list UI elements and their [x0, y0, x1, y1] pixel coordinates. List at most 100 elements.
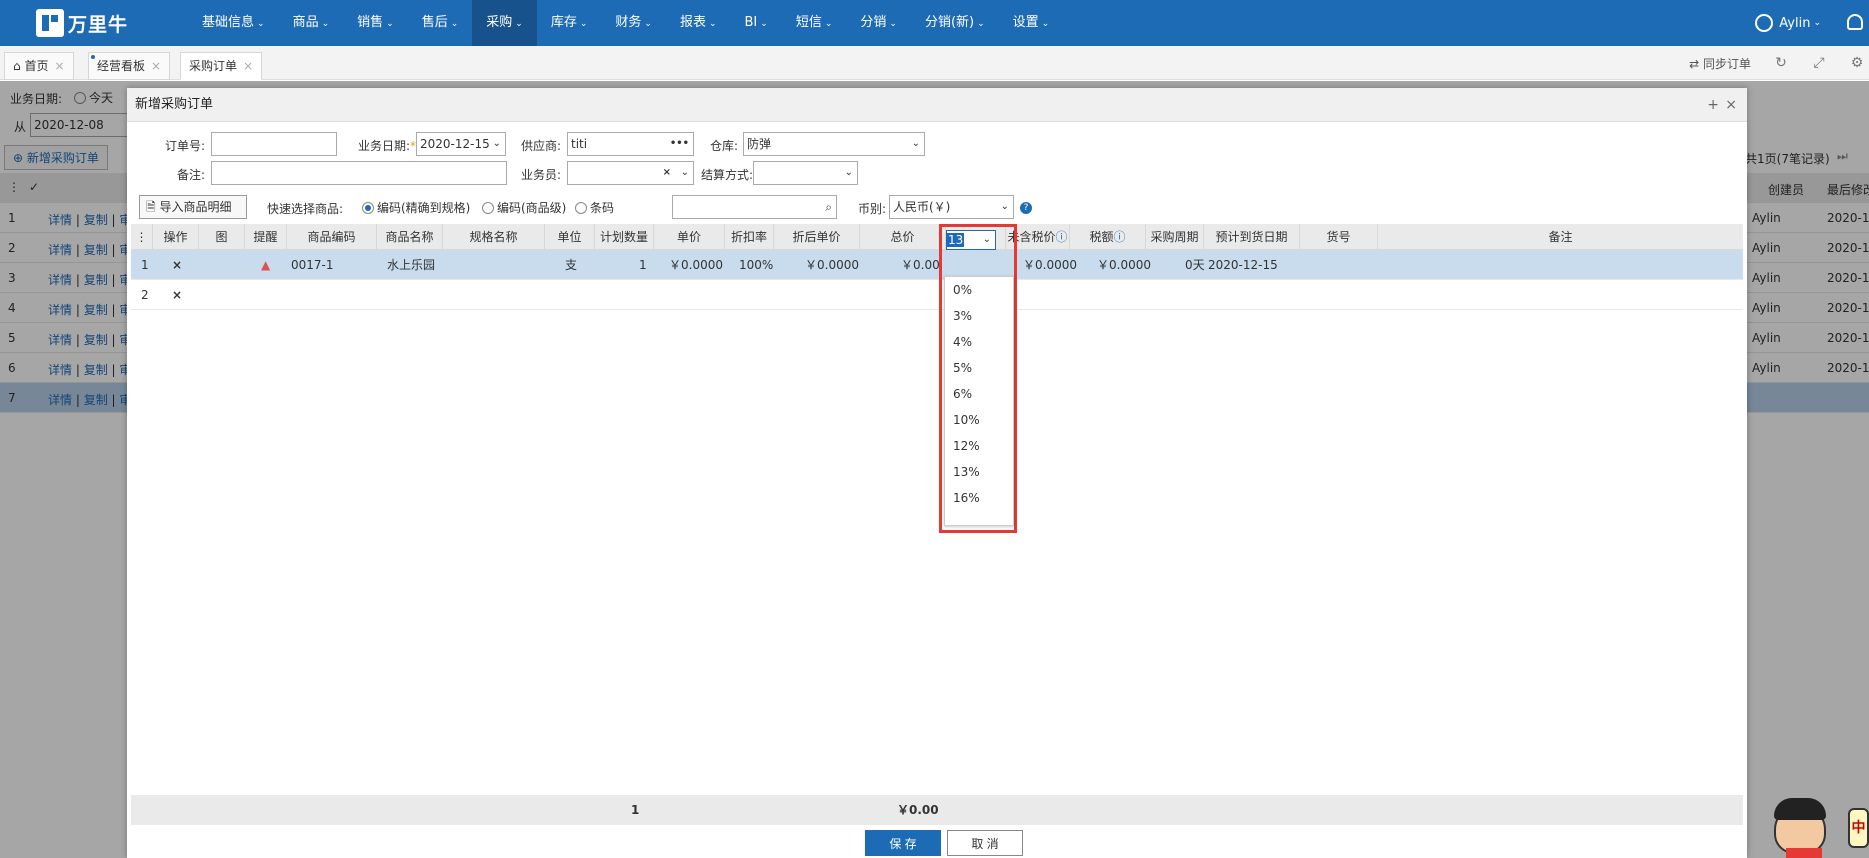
- radio-code-spec[interactable]: 编码(精确到规格): [362, 199, 470, 216]
- mascot-assistant[interactable]: [1768, 796, 1838, 858]
- supplier-input[interactable]: titi •••: [567, 132, 694, 156]
- grid-row[interactable]: 1 × ▲ 0017-1 水上乐园 支 1 ￥0.0000 100% ￥0.00…: [131, 250, 1743, 280]
- mascot-bubble[interactable]: 中: [1848, 808, 1869, 848]
- salesman-select[interactable]: × ⌄: [567, 161, 694, 185]
- info-icon[interactable]: ⓘ: [1114, 230, 1126, 244]
- excel-icon: 🗎: [146, 200, 160, 214]
- warehouse-select[interactable]: 防弹 ⌄: [743, 132, 925, 156]
- radio-code-goods[interactable]: 编码(商品级): [482, 199, 566, 216]
- cell-disc-price[interactable]: ￥0.0000: [805, 250, 859, 280]
- clear-icon[interactable]: ×: [663, 162, 671, 184]
- mascot-body: [1786, 848, 1822, 858]
- menu-item-bi[interactable]: BI ⌄: [731, 0, 782, 46]
- close-icon[interactable]: ×: [151, 59, 161, 73]
- cell-goods-name[interactable]: 水上乐园: [387, 250, 435, 280]
- modified-dot-icon: [91, 55, 95, 59]
- cell-discount[interactable]: 100%: [739, 250, 773, 280]
- maximize-icon[interactable]: +: [1707, 88, 1719, 122]
- gear-icon[interactable]: ⚙: [1849, 55, 1865, 71]
- close-icon[interactable]: ×: [243, 59, 253, 73]
- chevron-down-icon: ⌄: [257, 19, 265, 29]
- search-icon[interactable]: ⌕: [825, 196, 832, 218]
- tax-option[interactable]: 12%: [945, 433, 1013, 459]
- help-icon[interactable]: ?: [1020, 202, 1032, 214]
- tax-option[interactable]: 5%: [945, 355, 1013, 381]
- order-no-label: 订单号:: [165, 139, 206, 153]
- goods-search-input[interactable]: ⌕: [672, 195, 837, 219]
- cell-plan-qty[interactable]: 1: [639, 250, 647, 280]
- tax-rate-select[interactable]: 13 ⌄: [946, 230, 996, 250]
- menu-item-goods[interactable]: 商品 ⌄: [279, 0, 344, 46]
- menu-label: 商品: [292, 15, 319, 30]
- settle-method-select[interactable]: ⌄: [753, 161, 858, 185]
- cell-unit-price[interactable]: ￥0.0000: [669, 250, 723, 280]
- menu-item-sms[interactable]: 短信 ⌄: [782, 0, 847, 46]
- radio-icon: [575, 202, 587, 214]
- tax-option[interactable]: 10%: [945, 407, 1013, 433]
- chevron-down-icon: ⌄: [1000, 201, 1009, 212]
- cell-total: ￥0.00: [901, 258, 940, 272]
- import-items-button[interactable]: 🗎 导入商品明细: [139, 195, 247, 219]
- info-icon[interactable]: ⓘ: [1056, 230, 1068, 244]
- radio-selected-icon: [362, 202, 374, 214]
- sync-label: 同步订单: [1702, 56, 1751, 71]
- more-options-icon[interactable]: •••: [670, 133, 689, 155]
- cell-no-tax-price[interactable]: ￥0.0000: [1023, 250, 1077, 280]
- delete-row-icon[interactable]: ×: [172, 250, 182, 280]
- tax-option[interactable]: 13%: [945, 459, 1013, 485]
- tab-dashboard[interactable]: 经营看板 ×: [88, 52, 171, 80]
- menu-item-settings[interactable]: 设置 ⌄: [999, 0, 1064, 46]
- sync-orders-button[interactable]: ⇄ 同步订单: [1689, 55, 1751, 72]
- close-icon[interactable]: ×: [1725, 88, 1737, 122]
- refresh-icon[interactable]: ↻: [1773, 55, 1789, 71]
- col-operation: 操作: [153, 224, 199, 250]
- supplier-value: titi: [571, 137, 588, 151]
- dialog-title: 新增采购订单: [135, 97, 214, 112]
- warning-icon[interactable]: ▲: [261, 250, 270, 280]
- menu-item-distribution-new[interactable]: 分销(新) ⌄: [911, 0, 999, 46]
- biz-date-select[interactable]: 2020-12-15 ⌄: [416, 132, 506, 156]
- chevron-down-icon: ⌄: [644, 19, 652, 29]
- close-icon[interactable]: ×: [54, 59, 64, 73]
- menu-item-aftersale[interactable]: 售后 ⌄: [408, 0, 473, 46]
- user-name: Aylin: [1779, 15, 1811, 31]
- order-no-input[interactable]: [211, 132, 337, 156]
- menu-item-distribution[interactable]: 分销 ⌄: [846, 0, 911, 46]
- cell-eta[interactable]: 2020-12-15: [1208, 250, 1278, 280]
- remark-input[interactable]: [211, 161, 507, 185]
- tax-option[interactable]: 3%: [945, 303, 1013, 329]
- cell-unit[interactable]: 支: [565, 250, 577, 280]
- tax-option[interactable]: 0%: [945, 277, 1013, 303]
- menu-item-purchase[interactable]: 采购 ⌄: [472, 0, 537, 46]
- tax-option[interactable]: 16%: [945, 485, 1013, 511]
- biz-date-text: 业务日期:: [358, 139, 411, 153]
- warehouse-label: 仓库:: [710, 139, 739, 153]
- cell-goods-code[interactable]: 0017-1: [291, 250, 334, 280]
- tax-option[interactable]: 6%: [945, 381, 1013, 407]
- menu-item-inventory[interactable]: 库存 ⌄: [537, 0, 602, 46]
- save-button[interactable]: 保 存: [865, 830, 941, 856]
- menu-item-finance[interactable]: 财务 ⌄: [601, 0, 666, 46]
- chevron-down-icon: ⌄: [515, 19, 523, 29]
- tab-home[interactable]: ⌂ 首页 ×: [4, 52, 74, 80]
- delete-row-icon[interactable]: ×: [172, 280, 182, 310]
- cell-purchase-cycle[interactable]: 0天: [1185, 250, 1205, 280]
- grid-row[interactable]: 2 ×: [131, 280, 1743, 310]
- tab-purchase-order[interactable]: 采购订单 ×: [180, 52, 263, 80]
- fullscreen-icon[interactable]: ⤢: [1811, 55, 1827, 71]
- column-menu-icon[interactable]: ⋮: [131, 224, 153, 250]
- app-logo[interactable]: 万里牛: [36, 9, 128, 37]
- row-number: 1: [141, 258, 149, 272]
- tax-rate-value: 13: [947, 233, 965, 247]
- menu-item-report[interactable]: 报表 ⌄: [666, 0, 731, 46]
- menu-item-sales[interactable]: 销售 ⌄: [343, 0, 408, 46]
- cancel-button[interactable]: 取 消: [947, 830, 1023, 856]
- user-menu[interactable]: Aylin ⌄: [1755, 0, 1821, 46]
- currency-select[interactable]: 人民币(￥) ⌄: [889, 195, 1014, 219]
- menu-label: 基础信息: [202, 15, 255, 30]
- import-label: 导入商品明细: [159, 200, 232, 214]
- radio-barcode[interactable]: 条码: [575, 199, 614, 216]
- headset-icon[interactable]: [1847, 14, 1863, 30]
- menu-item-basic[interactable]: 基础信息 ⌄: [188, 0, 279, 46]
- tax-option[interactable]: 4%: [945, 329, 1013, 355]
